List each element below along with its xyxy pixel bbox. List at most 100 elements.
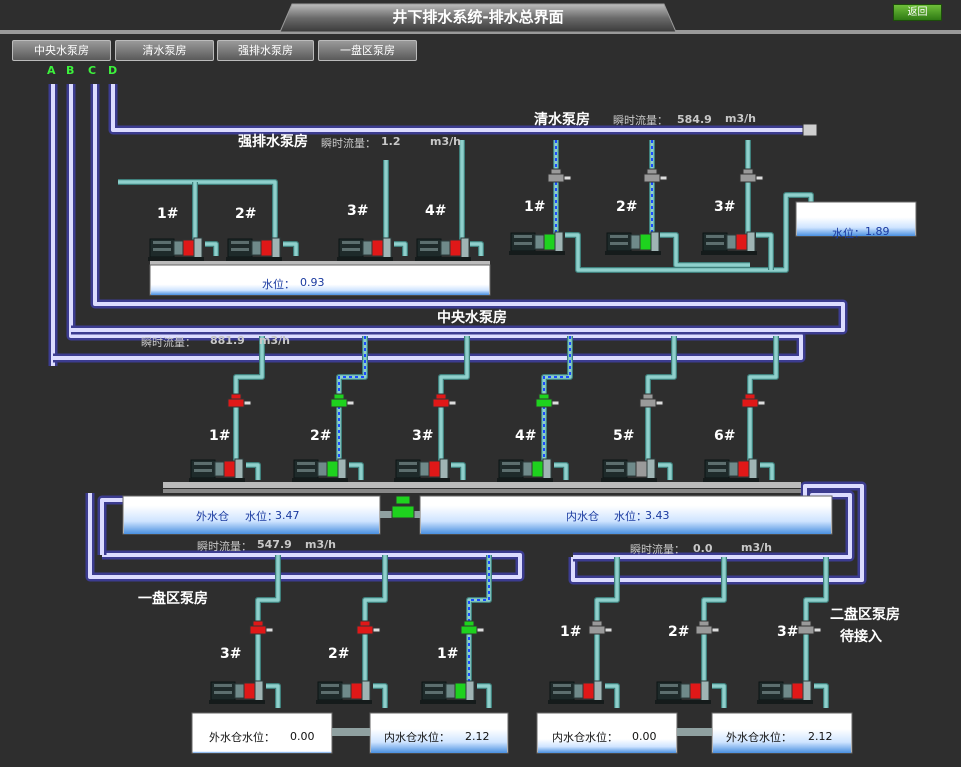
pump-fin [606,462,624,465]
pump-fin [231,241,249,244]
pipe-outline [565,192,814,273]
pump-base [316,700,372,704]
pump-casing [700,680,710,702]
valve-bonnet [742,168,754,175]
valve-body [639,398,657,408]
pump-base [757,700,813,704]
pump-coupling [234,683,245,699]
pump-status [428,460,441,478]
pump-fin [342,241,360,244]
pump-fin [420,241,438,244]
zhongyang-inner-level-value: 3.43 [645,509,670,522]
pump-base [420,700,476,704]
pump-fin [514,235,532,238]
pump-casing [650,231,660,253]
pump-base [605,251,661,255]
pump-icon [509,231,565,255]
pump-status [635,460,648,478]
pump-base [394,478,450,482]
valve-bonnet [252,620,264,627]
pump-base [601,478,657,482]
pump-casing [382,237,392,259]
valve-icon [330,393,355,408]
valve-handle [563,175,572,181]
valve-icon [741,393,766,408]
valve-icon [535,393,560,408]
pump-fin [514,242,532,245]
valve-icon [460,620,485,635]
tab-qingshui[interactable]: 清水泵房 [115,40,214,61]
pan2-flow-value: 0.0 [693,542,713,555]
pump-coupling [534,234,545,250]
valve-body [797,625,815,635]
pump-base [209,700,265,704]
pump-coupling [522,461,533,477]
qingshui-flow-unit: m3/h [725,112,756,125]
pump-casing [746,231,756,253]
valve-handle [372,627,381,633]
pump-status [182,239,195,257]
valve-handle [476,627,485,633]
pump-coupling [341,683,352,699]
pan1-outer-label: 外水仓水位： [209,731,275,744]
pump-icon [420,680,476,704]
pump-icon [497,458,553,482]
valve-icon [695,620,720,635]
pump-base [701,251,757,255]
pan1-flow-key: 瞬时流量： [197,540,252,553]
pan2-inner-value: 0.00 [632,730,657,743]
qiangpai-pump-1-label: 1# [157,206,179,222]
pump-fin [399,462,417,465]
qiangpai-pump-4-label: 4# [425,203,447,219]
pan2-pump-3-label: 3# [777,624,799,640]
pump-status [449,239,462,257]
pump-fin [708,469,726,472]
pump-fin [153,241,171,244]
valve-handle [655,400,664,406]
pump-coupling [440,240,451,256]
pump-fin [762,691,780,694]
qiangpai-level-value: 0.93 [300,276,325,289]
pump-status [689,682,702,700]
valve-body [643,173,661,183]
valve-bonnet [646,168,658,175]
zhongyang-flow-value: 881.9 [210,334,245,347]
pan2-subtitle: 待接入 [840,629,882,645]
tab-qiangpai[interactable]: 强排水泵房 [217,40,314,61]
pipe-outline [246,462,261,480]
pipe-outline [373,683,388,708]
pump-casing [542,458,552,480]
zhongyang-inner-level-label: 水位： [614,510,647,523]
pump-coupling [573,683,584,699]
valve-handle [604,627,613,633]
valve-body [227,398,245,408]
valve-bonnet [698,620,710,627]
pan2-title: 二盘区泵房 [830,607,900,623]
pump-icon [757,680,813,704]
valve-handle [757,400,766,406]
pump-coupling [626,461,637,477]
pump-icon [703,458,759,482]
pump-fin [606,469,624,472]
pump-casing [361,680,371,702]
tab-yipanqu[interactable]: 一盘区泵房 [318,40,417,61]
pipe-outline [554,462,569,480]
back-button[interactable]: 返回 [893,4,942,21]
zhongyang-inner-label: 内水仓 [566,510,599,523]
zhongyang-flow-key: 瞬时流量： [141,336,196,349]
valve-icon [588,620,613,635]
tab-zhongyang[interactable]: 中央水泵房 [12,40,111,61]
pump-fin [660,684,678,687]
pipe-label-d: D [108,64,118,77]
valve-body [249,625,267,635]
zhongyang-pump-5-label: 5# [613,428,635,444]
pump-casing [254,680,264,702]
valve-bonnet [642,393,654,400]
valve-bonnet [359,620,371,627]
pump-fin [297,462,315,465]
center-valve-bonnet [395,495,411,505]
valve-handle [265,627,274,633]
valve-bonnet [463,620,475,627]
valve-bonnet [800,620,812,627]
valve-handle [813,627,822,633]
